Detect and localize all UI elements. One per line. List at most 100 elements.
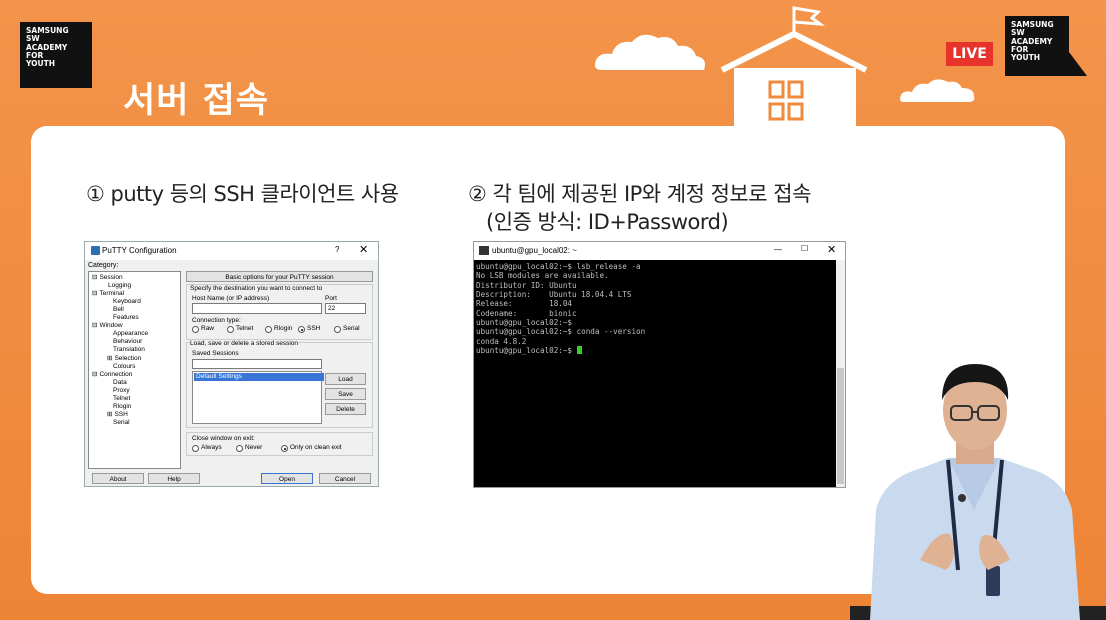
tree-item-keyboard[interactable]: Keyboard [113,298,141,306]
saved-sessions-label: Saved Sessions [192,350,239,357]
collapse-icon[interactable]: ⊟ [92,290,97,297]
presenter-video [850,364,1106,620]
about-button[interactable]: About [92,473,144,484]
tree-item-logging[interactable]: Logging [108,282,131,290]
terminal-line: ubuntu@gpu_local02:~$ [476,318,573,328]
radio-ssh[interactable] [298,326,305,333]
tree-item-behaviour[interactable]: Behaviour [113,338,142,346]
tree-item-label: Rlogin [113,402,132,410]
terminal-output[interactable]: ubuntu@gpu_local02:~$ lsb_release -a No L… [476,262,645,355]
help-button[interactable]: Help [148,473,200,484]
terminal-window: ubuntu@gpu_local02: ~ — ☐ ✕ ubuntu@gpu_l… [473,241,846,488]
category-label: Category: [88,262,119,269]
cloud-decoration-left [594,34,705,70]
scrollbar-thumb[interactable] [837,368,844,484]
terminal-app-icon [479,246,489,255]
basic-options-header: Basic options for your PuTTY session [186,271,373,282]
tree-item-window[interactable]: ⊟ Window [92,322,123,330]
tree-item-serial[interactable]: Serial [113,419,130,427]
sessions-list[interactable]: Default Settings [192,371,324,424]
terminal-line: No LSB modules are available. [476,271,609,281]
tree-item-label: Session [99,274,123,281]
tree-item-label: Bell [113,306,124,314]
school-house-decoration [720,6,868,128]
tree-item-label: Appearance [113,330,149,338]
slide-title: 서버 접속 [123,81,269,121]
radio-serial[interactable] [334,326,341,333]
tree-item-features[interactable]: Features [113,314,139,322]
radio-close-only-on-clean-exit[interactable] [281,445,288,452]
close-icon[interactable]: ✕ [827,243,836,256]
close-icon[interactable]: ✕ [359,243,368,256]
collapse-icon[interactable]: ⊟ [92,322,97,329]
collapse-icon[interactable]: ⊟ [92,371,97,378]
tree-item-bell[interactable]: Bell [113,306,124,314]
minimize-icon[interactable]: — [774,245,782,254]
terminal-line: Codename: bionic [476,308,577,318]
session-item-default-settings[interactable]: Default Settings [194,373,324,381]
terminal-line: conda 4.8.2 [476,336,527,346]
open-button[interactable]: Open [261,473,313,484]
terminal-prompt: ubuntu@gpu_local02:~$ [476,346,577,356]
host-name-input[interactable] [192,303,322,314]
radio-raw[interactable] [192,326,199,333]
caption-connect: ② 각 팀에 제공된 IP와 계정 정보로 접속 [468,182,811,206]
radio-label-ssh: SSH [307,325,321,332]
category-tree[interactable]: ⊟ Session Logging ⊟ Terminal Keyboard Bell Feat… [88,271,181,469]
tree-item-label: Connection [99,370,133,378]
tree-item-connection[interactable]: ⊟ Connection [92,371,132,379]
tree-item-data[interactable]: Data [113,379,127,387]
radio-label-serial: Serial [343,325,360,332]
radio-telnet[interactable] [227,326,234,333]
terminal-line: Distributor ID: Ubuntu [476,280,577,290]
radio-rlogin[interactable] [265,326,272,333]
tree-item-label: Terminal [99,290,125,298]
tree-item-selection[interactable]: ⊞ Selection [107,355,141,363]
terminal-line: Description: Ubuntu 18.04.4 LTS [476,290,632,300]
radio-close-never[interactable] [236,445,243,452]
save-button[interactable]: Save [325,388,366,400]
tree-item-label: Serial [113,418,130,426]
tree-item-label: Colours [113,362,136,370]
terminal-prompt-line[interactable]: ubuntu@gpu_local02:~$ [476,346,645,355]
collapse-icon[interactable]: ⊟ [92,274,97,281]
delete-button[interactable]: Delete [325,403,366,415]
radio-label-telnet: Telnet [236,325,254,332]
help-icon[interactable]: ? [335,245,339,254]
samsung-academy-logo: SAMSUNG SW ACADEMY FOR YOUTH [20,22,92,88]
cancel-button[interactable]: Cancel [319,473,371,484]
tree-item-label: Window [99,322,123,330]
caption-putty: ① putty 등의 SSH 클라이언트 사용 [86,182,399,206]
caption-auth-method: (인증 방식: ID+Password) [486,210,729,234]
tree-item-appearance[interactable]: Appearance [113,330,148,338]
sessions-group-label: Load, save or delete a stored session [190,340,299,347]
putty-window-title: PuTTY Configuration [102,246,177,255]
tree-item-rlogin[interactable]: Rlogin [113,403,131,411]
tree-item-session[interactable]: ⊟ Session [92,274,123,282]
radio-close-label: Never [245,444,263,451]
saved-sessions-input[interactable] [192,359,322,369]
port-input[interactable]: 22 [325,303,366,314]
expand-icon[interactable]: ⊞ [107,411,112,418]
tree-item-colours[interactable]: Colours [113,363,135,371]
load-button[interactable]: Load [325,373,366,385]
tree-item-terminal[interactable]: ⊟ Terminal [92,290,124,298]
terminal-line: ubuntu@gpu_local02:~$ conda --version [476,327,646,337]
radio-close-always[interactable] [192,445,199,452]
tree-item-label: Features [113,314,139,322]
tree-item-ssh[interactable]: ⊞ SSH [107,411,128,419]
tree-item-proxy[interactable]: Proxy [113,387,130,395]
port-label: Port [325,295,337,302]
tree-item-telnet[interactable]: Telnet [113,395,130,403]
terminal-title-bar[interactable]: ubuntu@gpu_local02: ~ — ☐ ✕ [474,242,845,260]
maximize-icon[interactable]: ☐ [801,244,808,253]
expand-icon[interactable]: ⊞ [107,355,112,362]
terminal-window-title: ubuntu@gpu_local02: ~ [492,246,577,255]
putty-title-bar[interactable]: PuTTY Configuration ? ✕ [85,242,378,260]
tree-item-label: Behaviour [113,338,143,346]
terminal-line: ubuntu@gpu_local02:~$ lsb_release -a [476,262,641,271]
host-name-label: Host Name (or IP address) [192,295,270,302]
terminal-scrollbar[interactable] [836,260,845,487]
tree-item-translation[interactable]: Translation [113,346,145,354]
putty-app-icon [91,246,100,255]
